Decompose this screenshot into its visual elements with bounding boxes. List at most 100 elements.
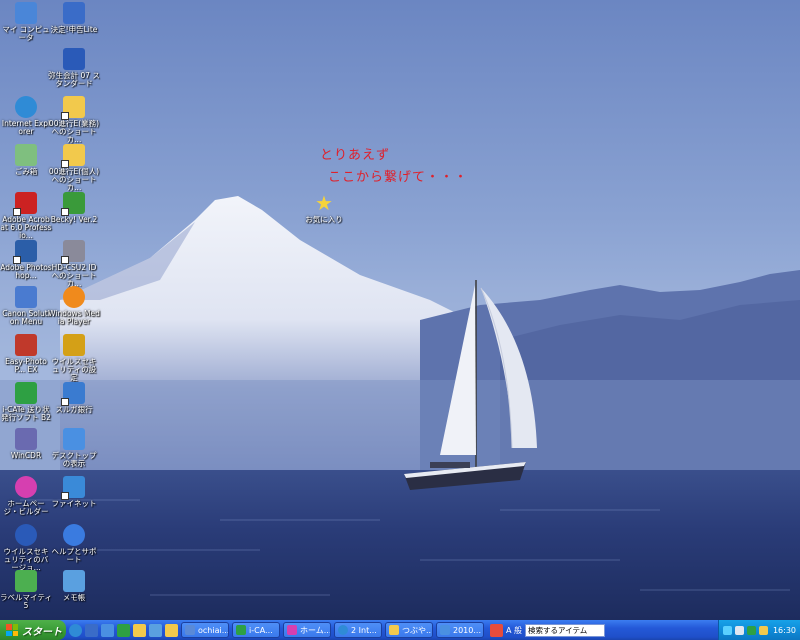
icon-label: ごみ箱 — [14, 167, 38, 176]
taskbar: スタート ochiai... i-CA... ホーム... 2 Int... つ… — [0, 620, 800, 640]
desktop-icon-windows-media-player[interactable]: Windows Media Player — [48, 286, 100, 326]
yayoi-accounting-icon — [63, 48, 85, 70]
document-icon — [440, 625, 450, 635]
clock[interactable]: 16:30 — [773, 626, 796, 635]
note-line-1: とりあえず — [320, 148, 391, 163]
taskbar-button-document[interactable]: 2010... — [436, 622, 484, 638]
icon-label: 弥生会計 07 スタンダード — [48, 71, 100, 88]
easy-photo-icon — [15, 334, 37, 356]
icon-label: 00進行E(業務) へのショートカ... — [48, 119, 100, 144]
desktop-icon-homepage-builder[interactable]: ホームページ・ビルダー — [0, 476, 52, 516]
icon-label: Easy-PhotoP... EX — [5, 357, 47, 374]
desktop-icon-suruga-bank[interactable]: スルガ銀行 — [48, 382, 100, 414]
icon-label: ウイルスセキュリティの設定 — [51, 357, 97, 382]
desktop-icon-adobe-photoshop[interactable]: Adobe Photoshop... — [0, 240, 52, 280]
taskbar-button-i-cat[interactable]: i-CA... — [232, 622, 280, 638]
task-label: ホーム... — [300, 625, 331, 635]
wallpaper — [0, 0, 800, 620]
desktop-icon-my-computer[interactable]: マイ コンピュータ — [0, 2, 52, 42]
note-line-2: ここから繋げて・・・ — [328, 170, 469, 185]
start-label: スタート — [22, 626, 62, 638]
desktop-icon-wincdr[interactable]: WinCDR — [0, 428, 52, 460]
desktop-icon-recycle-bin[interactable]: ごみ箱 — [0, 144, 52, 176]
icon-label: ラベルマイティ5 — [0, 593, 52, 610]
media-player-icon — [63, 286, 85, 308]
task-label: i-CA... — [249, 625, 273, 635]
desktop-icon-help-support[interactable]: ヘルプとサポート — [48, 524, 100, 564]
icon-label: Canon Solution Menu — [2, 309, 50, 326]
folder-icon — [389, 625, 399, 635]
quicklaunch-ie-icon[interactable] — [69, 623, 82, 637]
desktop-icon-hd-cs[interactable]: HD-CSU2 ID へのショートカ... — [48, 240, 100, 288]
icon-label: 00進行E(個人) へのショートカ... — [48, 167, 100, 192]
icon-label: デスクトップの表示 — [51, 451, 97, 468]
desktop-icon-virus-security-version[interactable]: ウイルスセキュリティのバージョ... — [0, 524, 52, 572]
icon-label: HD-CSU2 ID へのショートカ... — [51, 263, 97, 288]
desktop-icon-i-cat[interactable]: i-CATe 送り状発行ソフト B2 — [0, 382, 52, 422]
icon-label: Becky! Ver.2 — [50, 215, 98, 224]
icon-label: スルガ銀行 — [55, 405, 93, 414]
desktop-icon-center-shortcut[interactable]: ★ お気に入り — [298, 192, 350, 224]
computer-icon — [15, 2, 37, 24]
volume-icon[interactable] — [734, 625, 744, 635]
desktop-icon-label-maker[interactable]: ラベルマイティ5 — [0, 570, 52, 610]
internet-explorer-icon — [15, 96, 37, 118]
desktop-icon-virus-security-settings[interactable]: ウイルスセキュリティの設定 — [48, 334, 100, 382]
security-icon[interactable] — [746, 625, 756, 635]
taskbar-button-ochiai[interactable]: ochiai... — [181, 622, 229, 638]
quicklaunch-explorer-icon[interactable] — [133, 623, 146, 637]
task-label: 2010... — [453, 625, 481, 635]
help-icon — [63, 524, 85, 546]
i-cat-icon — [15, 382, 37, 404]
taskbar-button-internet-explorer[interactable]: 2 Int... — [334, 622, 382, 638]
internet-explorer-icon — [338, 625, 348, 635]
bank-icon — [61, 382, 85, 406]
desktop-icon-folder-work[interactable]: 00進行E(業務) へのショートカ... — [48, 96, 100, 144]
desktop-icon-finet[interactable]: ファイネット — [48, 476, 100, 508]
desktop-icon-notepad[interactable]: メモ帳 — [48, 570, 100, 602]
desktop-icon-becky[interactable]: Becky! Ver.2 — [48, 192, 100, 224]
desktop-icon-adobe-acrobat[interactable]: Adobe Acrobat 6.0 Professio... — [0, 192, 52, 240]
desktop-icon-easy-photo[interactable]: Easy-PhotoP... EX — [0, 334, 52, 374]
update-icon[interactable] — [758, 625, 768, 635]
homepage-builder-icon — [15, 476, 37, 498]
desktop-icon-tax-return[interactable]: 決定!申告Lite — [48, 2, 100, 34]
quicklaunch-show-desktop-icon[interactable] — [101, 623, 114, 637]
taskbar-button-folder[interactable]: つぶや... — [385, 622, 433, 638]
desktop-icon-canon-solution[interactable]: Canon Solution Menu — [0, 286, 52, 326]
quicklaunch-app-icon[interactable] — [117, 623, 130, 637]
task-label: 2 Int... — [351, 625, 377, 635]
folder-icon — [61, 144, 85, 168]
homepage-builder-icon — [287, 625, 297, 635]
network-icon[interactable] — [722, 625, 732, 635]
desktop-icon-yayoi-accounting[interactable]: 弥生会計 07 スタンダード — [48, 48, 100, 88]
adobe-acrobat-icon — [13, 192, 37, 216]
photoshop-icon — [13, 240, 37, 264]
icon-label: WinCDR — [10, 451, 42, 460]
desktop[interactable]: マイ コンピュータ Internet Explorer ごみ箱 Adobe Ac… — [0, 0, 800, 620]
desktop-icon-internet-explorer[interactable]: Internet Explorer — [0, 96, 52, 136]
task-label: ochiai... — [198, 625, 229, 635]
desktop-icon-folder-personal[interactable]: 00進行E(個人) へのショートカ... — [48, 144, 100, 192]
icon-label: Adobe Photoshop... — [0, 263, 52, 280]
quicklaunch-folder-icon[interactable] — [165, 623, 178, 637]
label-maker-icon — [15, 570, 37, 592]
quicklaunch-outlook-icon[interactable] — [85, 623, 98, 637]
language-bar-icon[interactable] — [490, 623, 503, 637]
ime-indicator[interactable]: A 般 — [506, 625, 522, 636]
desktop-icon-show-desktop[interactable]: デスクトップの表示 — [48, 428, 100, 468]
quicklaunch-media-icon[interactable] — [149, 623, 162, 637]
start-button[interactable]: スタート — [0, 620, 66, 640]
icon-label: ヘルプとサポート — [51, 547, 97, 564]
icon-label: お気に入り — [305, 215, 343, 224]
taskbar-button-homepage[interactable]: ホーム... — [283, 622, 331, 638]
task-label: つぶや... — [402, 625, 433, 635]
search-input[interactable]: 検索するアイテム — [525, 623, 606, 637]
finet-icon — [61, 476, 85, 500]
icon-label: ホームページ・ビルダー — [3, 499, 49, 516]
system-tray: 16:30 — [717, 620, 800, 640]
virus-security-icon — [15, 524, 37, 546]
desktop-note-text: とりあえず ここから繋げて・・・ — [320, 145, 468, 189]
virus-security-icon — [63, 334, 85, 356]
becky-mail-icon — [61, 192, 85, 216]
